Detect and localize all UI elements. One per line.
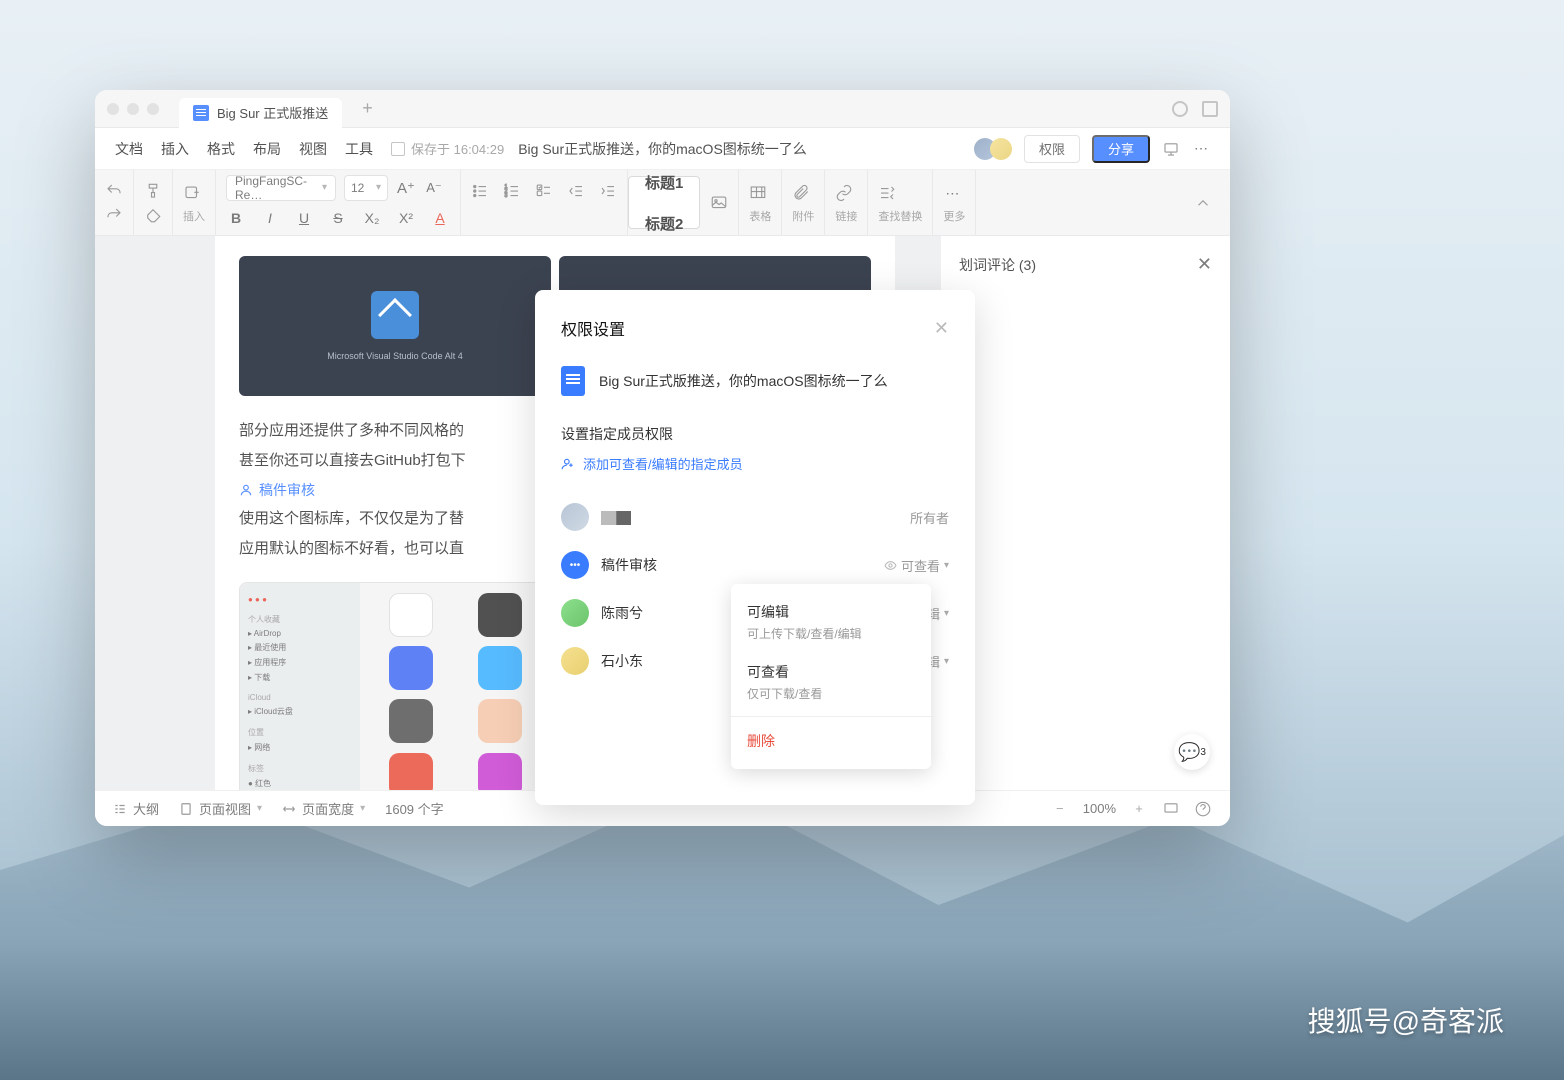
doc-icon: [561, 366, 585, 396]
watermark: 搜狐号@奇客派: [1308, 1000, 1504, 1040]
member-row: 所有者: [561, 493, 949, 541]
permission-dropdown: 可编辑 可上传下载/查看/编辑 可查看 仅可下载/查看 删除: [731, 584, 931, 769]
add-member-link[interactable]: 添加可查看/编辑的指定成员: [561, 454, 949, 473]
avatar: [561, 599, 589, 627]
member-name: 稿件审核: [601, 555, 872, 575]
close-icon[interactable]: ✕: [934, 318, 949, 339]
dropdown-item-view[interactable]: 可查看 仅可下载/查看: [731, 652, 931, 712]
dropdown-item-delete[interactable]: 删除: [731, 721, 931, 761]
avatar: [561, 503, 589, 531]
avatar: •••: [561, 551, 589, 579]
modal-section-label: 设置指定成员权限: [561, 424, 949, 444]
member-name: [601, 509, 898, 525]
app-window: Big Sur 正式版推送 + 文档 插入 格式 布局 视图 工具 保存于 16…: [95, 90, 1230, 826]
modal-title: 权限设置: [561, 316, 625, 340]
avatar: [561, 647, 589, 675]
member-role: 所有者: [910, 508, 949, 527]
member-role-select[interactable]: 可查看 ▾: [884, 556, 949, 575]
dropdown-item-edit[interactable]: 可编辑 可上传下载/查看/编辑: [731, 592, 931, 652]
member-row: ••• 稿件审核 可查看 ▾: [561, 541, 949, 589]
modal-doc-title: Big Sur正式版推送，你的macOS图标统一了么: [599, 371, 888, 391]
